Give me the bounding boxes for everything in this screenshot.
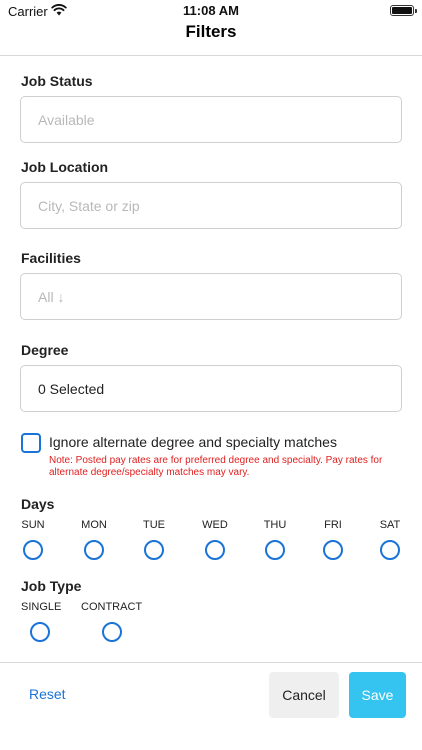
job-location-label: Job Location [21, 159, 109, 175]
job-location-input[interactable] [21, 183, 401, 228]
clock: 11:08 AM [183, 3, 239, 18]
job-type-label-single: SINGLE [21, 601, 62, 613]
day-radio-fri[interactable] [323, 540, 343, 560]
reset-button[interactable]: Reset [29, 686, 66, 702]
degree-value: 0 Selected [38, 381, 105, 397]
day-radio-tue[interactable] [144, 540, 164, 560]
cancel-button-label: Cancel [282, 687, 326, 703]
day-label-tue: TUE [143, 519, 165, 531]
day-label-wed: WED [202, 519, 228, 531]
battery-icon [390, 5, 417, 16]
ignore-alternate-label[interactable]: Ignore alternate degree and specialty ma… [49, 434, 337, 450]
page-title: Filters [185, 22, 237, 41]
bottom-toolbar: Reset Cancel Save [0, 662, 422, 750]
job-type-radio-single[interactable] [30, 622, 50, 642]
days-label: Days [21, 496, 55, 512]
status-bar: Carrier 11:08 AM [0, 0, 422, 22]
day-radio-wed[interactable] [205, 540, 225, 560]
day-label-fri: FRI [324, 519, 342, 531]
job-type-label: Job Type [21, 578, 82, 594]
cancel-button[interactable]: Cancel [269, 672, 339, 718]
job-type-label-contract: CONTRACT [81, 601, 143, 613]
day-radio-thu[interactable] [265, 540, 285, 560]
job-status-label: Job Status [21, 73, 93, 89]
job-status-placeholder: Available [38, 112, 95, 128]
day-label-thu: THU [263, 519, 287, 531]
day-label-sat: SAT [379, 519, 401, 531]
facilities-label: Facilities [21, 250, 81, 266]
facilities-placeholder: All ↓ [38, 289, 65, 305]
save-button-label: Save [361, 687, 394, 703]
save-button[interactable]: Save [349, 672, 406, 718]
day-radio-mon[interactable] [84, 540, 104, 560]
job-location-field[interactable] [20, 182, 402, 229]
day-label-mon: MON [81, 519, 107, 531]
day-label-sun: SUN [21, 519, 45, 531]
facilities-field[interactable]: All ↓ [20, 273, 402, 320]
job-type-radio-contract[interactable] [102, 622, 122, 642]
job-status-field[interactable]: Available [20, 96, 402, 143]
ignore-alternate-checkbox[interactable] [21, 433, 41, 453]
day-radio-sun[interactable] [23, 540, 43, 560]
degree-field[interactable]: 0 Selected [20, 365, 402, 412]
day-radio-sat[interactable] [380, 540, 400, 560]
nav-divider [0, 55, 422, 56]
degree-label: Degree [21, 342, 69, 358]
pay-rate-note: Note: Posted pay rates are for preferred… [49, 455, 383, 478]
